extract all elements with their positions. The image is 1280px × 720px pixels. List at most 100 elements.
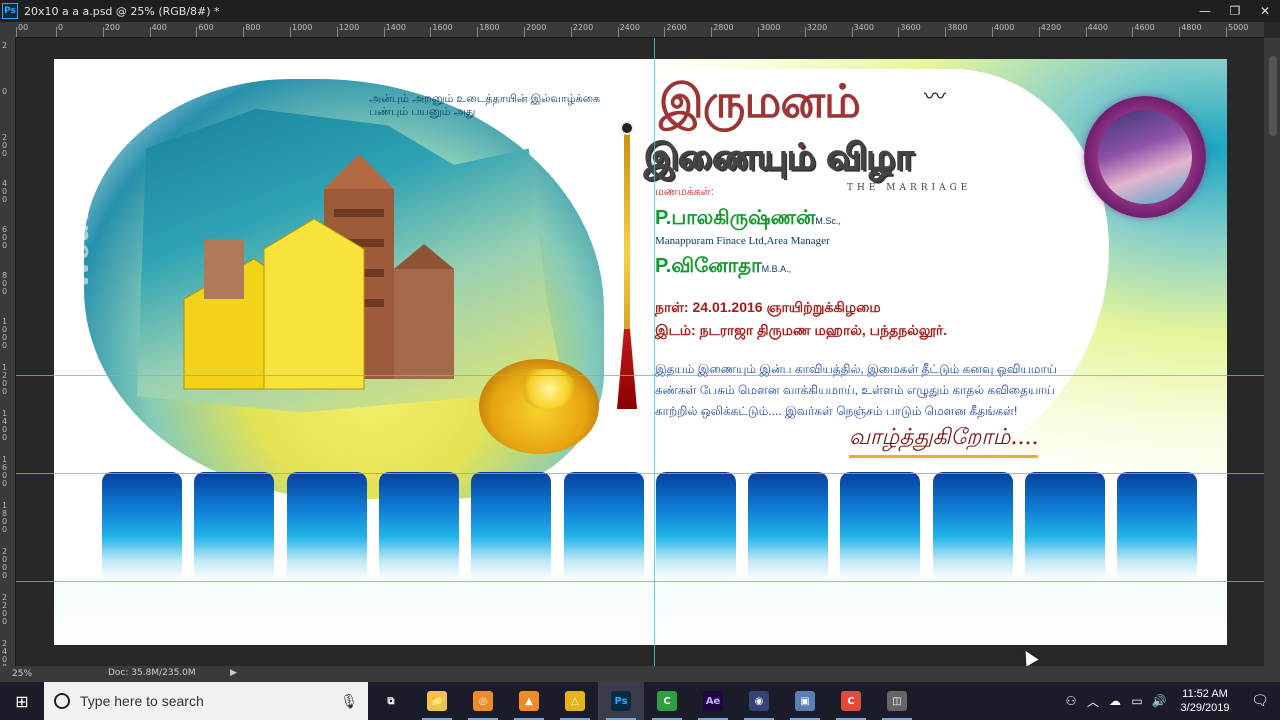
taskbar-apps: ⧉ 📁 ◎ ▲ △ Ps C Ae ◉ ▣ C ◫ xyxy=(368,682,920,720)
ruler-top-label: 3400 xyxy=(853,23,874,32)
wedding-wishes-watermark: Wedding WISHES xyxy=(62,59,95,289)
title-bar: Ps 20x10 a a a.psd @ 25% (RGB/8#) * — ❐ … xyxy=(0,0,1280,22)
ruler-tick xyxy=(898,27,900,37)
photo-tile xyxy=(655,472,736,580)
scrollbar-thumb[interactable] xyxy=(1269,56,1277,136)
ruler-top-label: 5000 xyxy=(1228,23,1249,32)
ruler-tick xyxy=(711,27,713,37)
guide-vertical-center[interactable] xyxy=(654,38,655,666)
guide-horizontal-2[interactable] xyxy=(16,473,1264,474)
guide-horizontal-3[interactable] xyxy=(16,581,1264,582)
taskbar-app-red-button[interactable]: C xyxy=(828,682,874,720)
bird-icon: 〰 xyxy=(924,85,947,110)
taskbar-vlc-button[interactable]: ▲ xyxy=(506,682,552,720)
ruler-tick xyxy=(945,27,947,37)
ruler-top-label: 00 xyxy=(18,23,29,32)
ruler-top-label: 4200 xyxy=(1040,23,1062,32)
cortana-icon xyxy=(54,693,70,709)
document-info[interactable]: Doc: 35.8M/235.0M xyxy=(108,668,196,678)
photo-tile xyxy=(840,472,921,580)
status-bar: 25% Doc: 35.8M/235.0M ▶ xyxy=(0,666,1280,682)
ruler-left-label: 2200 xyxy=(2,593,8,626)
photo-tile xyxy=(1025,472,1105,580)
groom-job: Manappuram Finace Ltd,Area Manager xyxy=(655,235,830,247)
people-icon[interactable]: ⚇ xyxy=(1060,694,1082,708)
taskbar-task-view-button[interactable]: ⧉ xyxy=(368,682,414,720)
ruler-left-label: 400 xyxy=(2,179,8,204)
deity-medallion-image xyxy=(1084,96,1206,218)
clock[interactable]: 11:52 AM 3/29/2019 xyxy=(1170,687,1240,715)
ruler-tick xyxy=(1132,27,1134,37)
ruler-left-label: 1000 xyxy=(2,317,8,350)
photo-tile xyxy=(102,472,182,580)
document-canvas[interactable]: Wedding WISHES அன்பும் அறனும் உடைத்தாயின… xyxy=(54,59,1227,645)
ruler-top-label: 4600 xyxy=(1134,23,1155,32)
taskbar: ⊞ Type here to search 🎙 ⧉ 📁 ◎ ▲ △ Ps C Ae ◉ ▣ C ◫ ⚇… xyxy=(0,682,1280,720)
app-yellow-icon: △ xyxy=(565,691,585,711)
ruler-tick xyxy=(290,27,291,37)
taskbar-search[interactable]: Type here to search 🎙 xyxy=(44,682,368,720)
taskbar-app-cube-button[interactable]: ◫ xyxy=(874,682,920,720)
taskbar-app-yellow-button[interactable]: △ xyxy=(552,682,598,720)
show-hidden-icons-icon[interactable]: ︿ xyxy=(1082,693,1104,710)
windows-start-button[interactable]: ⊞ xyxy=(0,682,44,720)
system-tray: ⚇ ︿ ☁ ▭ 🔊 11:52 AM 3/29/2019 🗨 xyxy=(1060,682,1280,720)
ruler-tick xyxy=(758,27,759,37)
ruler-left-label: 2000 xyxy=(2,547,8,580)
taskbar-app-orange-button[interactable]: ◎ xyxy=(460,682,506,720)
red-tassel xyxy=(617,329,637,409)
ruler-top-label: 1600 xyxy=(432,23,453,32)
ruler-tick xyxy=(383,27,385,37)
status-menu-arrow-icon[interactable]: ▶ xyxy=(230,668,237,678)
minimize-button[interactable]: — xyxy=(1190,0,1220,22)
photo-tile xyxy=(1117,472,1198,580)
poem-text: இதயம் இணையும் இன்ப காவியத்தில், இமைகள் த… xyxy=(655,362,1058,418)
restore-button[interactable]: ❐ xyxy=(1220,0,1250,22)
document-tab[interactable]: 20x10 a a a.psd @ 25% (RGB/8#) * xyxy=(22,5,220,18)
window-controls: — ❐ ✕ xyxy=(1190,0,1280,22)
ruler-top-label: 200 xyxy=(104,23,121,32)
ruler-left-label: 0 xyxy=(2,87,8,96)
taskbar-app-network-button[interactable]: ▣ xyxy=(782,682,828,720)
task-view-icon: ⧉ xyxy=(387,695,395,707)
ruler-top-label: 400 xyxy=(151,23,167,32)
microphone-icon[interactable]: 🎙 xyxy=(340,693,358,710)
app-cube-icon: ◫ xyxy=(887,691,907,711)
taskbar-photoshop-button[interactable]: Ps xyxy=(598,682,644,720)
taskbar-file-explorer-button[interactable]: 📁 xyxy=(414,682,460,720)
guide-horizontal-1[interactable] xyxy=(16,375,1264,376)
ruler-tick xyxy=(336,27,338,37)
ruler-tick xyxy=(524,27,525,37)
bottom-fade xyxy=(54,579,1227,645)
horizontal-ruler[interactable]: 00 0 200 400 600 800 1000 1200 1400 1600 1800 2000 2… xyxy=(16,22,1264,38)
ruler-top-label: 1400 xyxy=(385,23,406,32)
quote-line-1: அன்பும் அறனும் உடைத்தாயின் இல்வாழ்க்கை xyxy=(369,93,601,105)
ruler-tick xyxy=(1038,27,1040,37)
ruler-top-label: 800 xyxy=(245,23,261,32)
ruler-tick xyxy=(1179,27,1181,37)
ruler-tick xyxy=(16,27,17,37)
vertical-ruler[interactable]: 2 0 200 400 600 800 1000 1200 1400 1600 1800 2000 22… xyxy=(0,38,16,666)
onedrive-icon[interactable]: ☁ xyxy=(1104,694,1126,708)
ruler-left-label: 1400 xyxy=(2,409,8,442)
ruler-left-label: 200 xyxy=(2,133,8,158)
battery-icon[interactable]: ▭ xyxy=(1126,694,1148,708)
taskbar-camtasia-button[interactable]: C xyxy=(644,682,690,720)
medallion-artwork xyxy=(1098,110,1192,204)
taskbar-app-circle-button[interactable]: ◉ xyxy=(736,682,782,720)
zoom-level[interactable]: 25% xyxy=(0,669,48,679)
ruler-tick xyxy=(477,27,479,37)
ruler-top-label: 3200 xyxy=(806,23,828,32)
action-center-icon[interactable]: 🗨 xyxy=(1240,693,1280,709)
title-background-text: இருமனம் xyxy=(659,74,861,128)
volume-icon[interactable]: 🔊 xyxy=(1148,694,1170,708)
canvas-area[interactable]: Wedding WISHES அன்பும் அறனும் உடைத்தாயின… xyxy=(16,38,1264,666)
taskbar-after-effects-button[interactable]: Ae xyxy=(690,682,736,720)
ruler-tick xyxy=(1226,27,1227,37)
ruler-top-label: 0 xyxy=(58,23,64,32)
vlc-icon: ▲ xyxy=(519,691,539,711)
ruler-left-label: 600 xyxy=(2,225,8,250)
vertical-scrollbar[interactable] xyxy=(1264,38,1280,666)
close-button[interactable]: ✕ xyxy=(1250,0,1280,22)
ruler-origin[interactable] xyxy=(0,22,16,38)
